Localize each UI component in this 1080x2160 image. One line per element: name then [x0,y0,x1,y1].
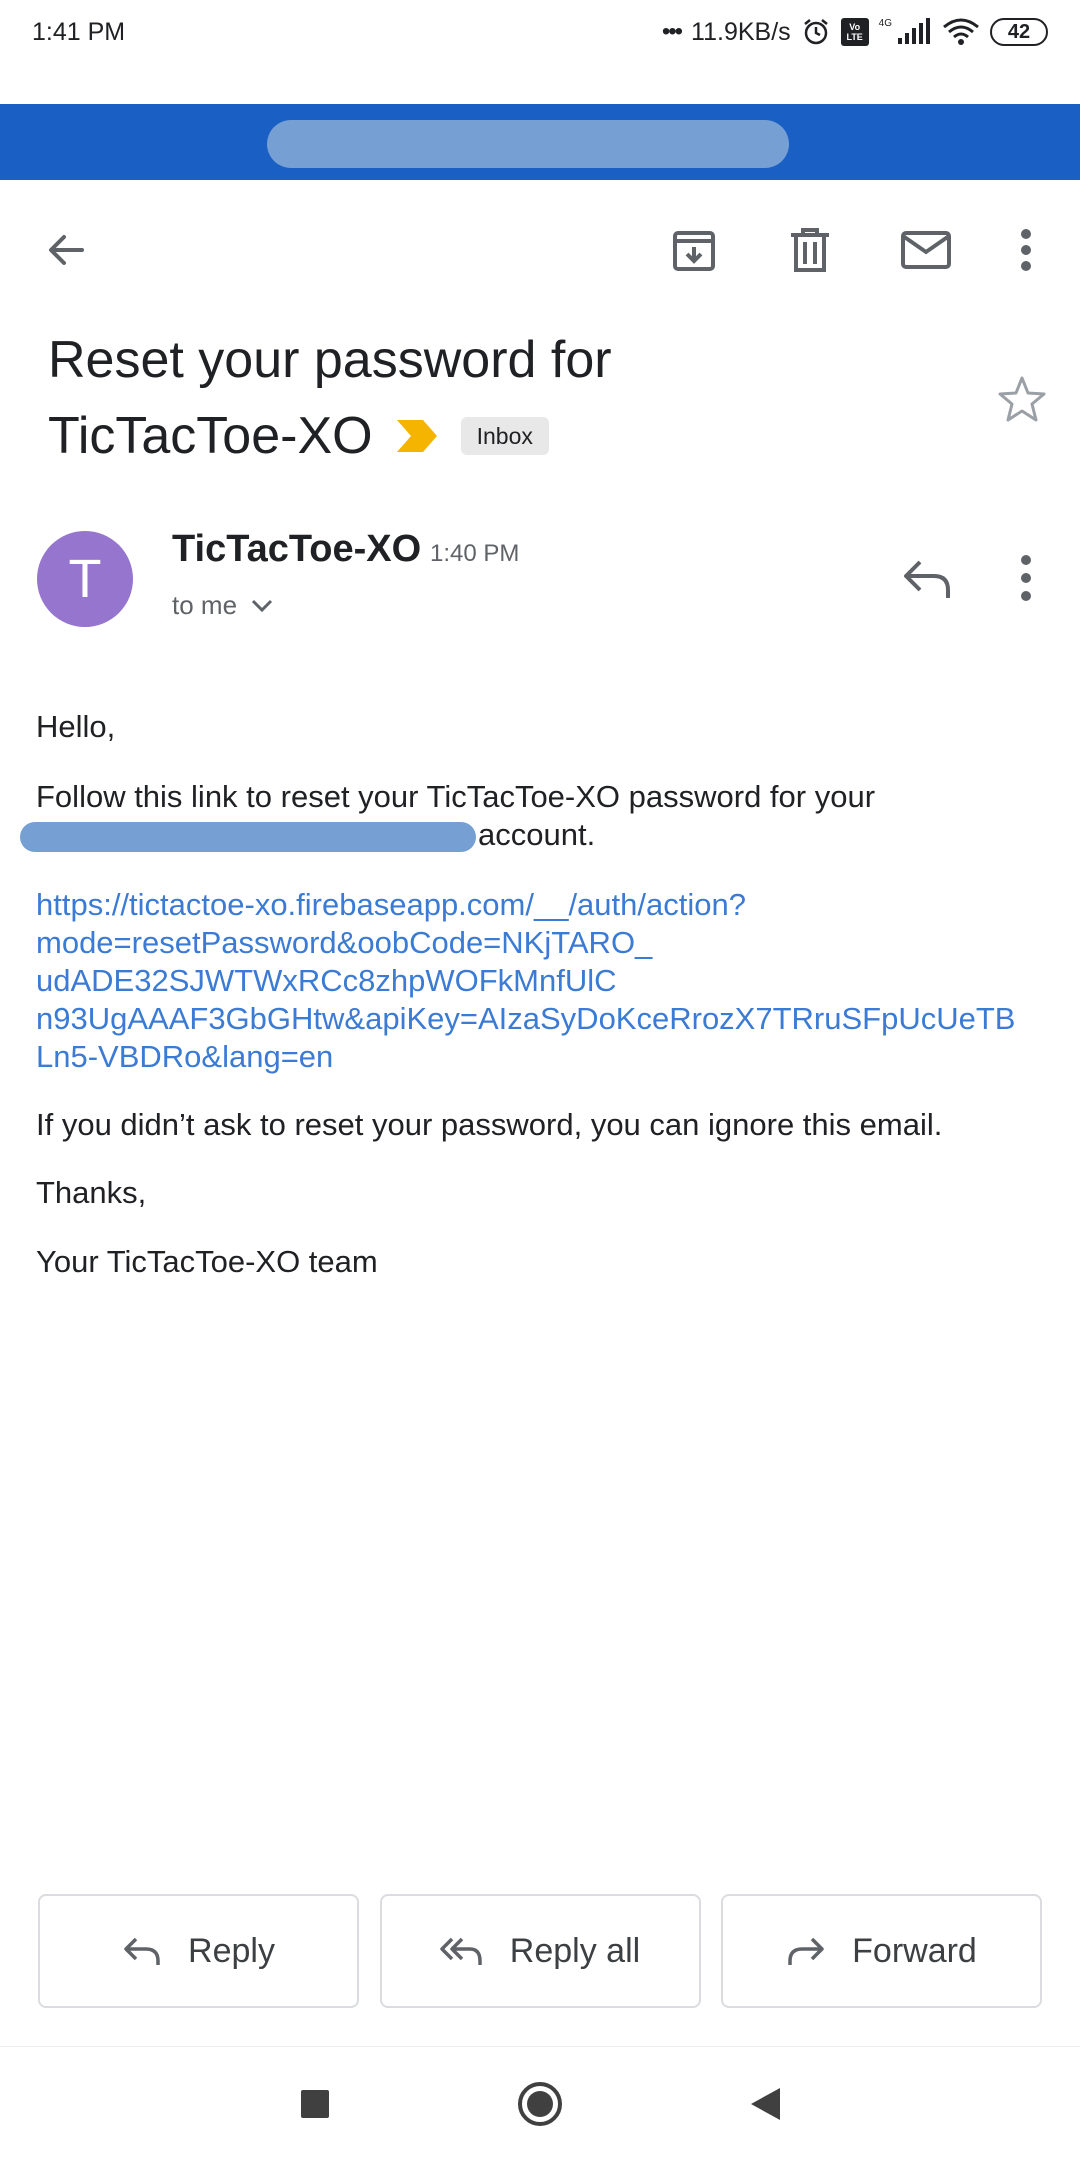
chevron-down-icon [251,599,273,612]
redacted-search-bar[interactable] [267,120,789,168]
mail-icon [901,231,951,269]
reply-icon[interactable] [900,556,954,602]
arrow-back-icon [49,235,84,265]
subject-line-1: Reset your password for [48,331,612,389]
system-back-button[interactable] [738,2077,792,2131]
status-time: 1:41 PM [32,17,126,46]
closing-thanks: Thanks, [36,1175,147,1210]
mark-unread-button[interactable] [898,222,954,278]
signature: Your TicTacToe-XO team [36,1244,378,1279]
net-speed: 11.9KB/s [691,17,791,46]
battery-icon: 42 [990,18,1048,46]
archive-icon [673,231,715,271]
recipient-toggle[interactable]: to me [172,590,273,621]
reply-all-button[interactable]: Reply all [379,1894,701,2008]
email-subject: Reset your password for TicTacToe-XO Inb… [48,322,948,474]
cellular-signal-icon: 4G [879,18,932,46]
star-icon[interactable] [996,374,1048,426]
status-icons: ••• 11.9KB/s Vo LTE 4G 42 [662,17,1048,47]
reset-link-line: https://tictactoe-xo.firebaseapp.com/__/… [36,887,746,922]
sender-avatar[interactable]: T [37,531,133,627]
back-button[interactable] [38,222,94,278]
home-button[interactable] [513,2077,567,2131]
reply-all-label: Reply all [509,1931,641,1970]
forward-label: Forward [852,1931,977,1970]
wifi-icon [942,17,980,47]
delete-button[interactable] [782,222,838,278]
reply-label: Reply [188,1931,275,1970]
reset-link-line: Ln5-VBDRo&lang=en [36,1039,334,1074]
square-icon [301,2090,329,2118]
forward-icon [788,1937,824,1965]
sent-time: 1:40 PM [430,540,520,567]
system-nav-bar [0,2046,1080,2160]
message-actions: Reply Reply all Forward [38,1894,1042,2008]
reset-link-line: mode=resetPassword&oobCode=NKjTARO_ [36,925,653,960]
paragraph-reset-instructions: Follow this link to reset your TicTacToe… [20,778,1046,854]
reply-button[interactable]: Reply [38,1894,359,2008]
paragraph-text-after: account. [478,817,596,852]
volte-icon: Vo LTE [840,18,869,46]
email-toolbar [0,200,1080,296]
trash-icon [791,228,829,272]
forward-button[interactable]: Forward [721,1894,1042,2008]
reset-link-line: udADE32SJWTWxRCc8zhpWOFkMnfUlC [36,963,617,998]
greeting: Hello, [36,709,116,744]
recipient-label: to me [172,590,238,620]
circle-icon [518,2082,562,2126]
recents-button[interactable] [288,2077,342,2131]
reply-icon [124,1937,160,1965]
paragraph-ignore-notice: If you didn’t ask to reset your password… [36,1107,943,1142]
more-options-button[interactable] [1000,222,1052,278]
alarm-icon [801,17,831,47]
sender-name: TicTacToe-XO [172,528,422,570]
status-bar: 1:41 PM ••• 11.9KB/s Vo LTE 4G 42 [0,0,1080,64]
label-chip-inbox[interactable]: Inbox [460,417,549,455]
reset-link-line: n93UgAAAF3GbGHtw&apiKey=AIzaSyDoKceRrozX… [36,1001,1016,1036]
important-marker-icon[interactable] [395,418,439,454]
redacted-email-address [20,821,476,852]
reply-all-icon [440,1937,482,1965]
header-bar [0,104,1080,180]
archive-button[interactable] [666,222,722,278]
notification-dots: ••• [661,18,683,45]
triangle-back-icon [751,2088,780,2120]
reset-password-link[interactable]: https://tictactoe-xo.firebaseapp.com/__/… [36,886,1046,1076]
more-vert-icon [1021,229,1031,271]
paragraph-text-before: Follow this link to reset your TicTacToe… [36,779,876,814]
subject-line-2: TicTacToe-XO [48,407,373,465]
message-more-icon[interactable] [1010,552,1042,604]
